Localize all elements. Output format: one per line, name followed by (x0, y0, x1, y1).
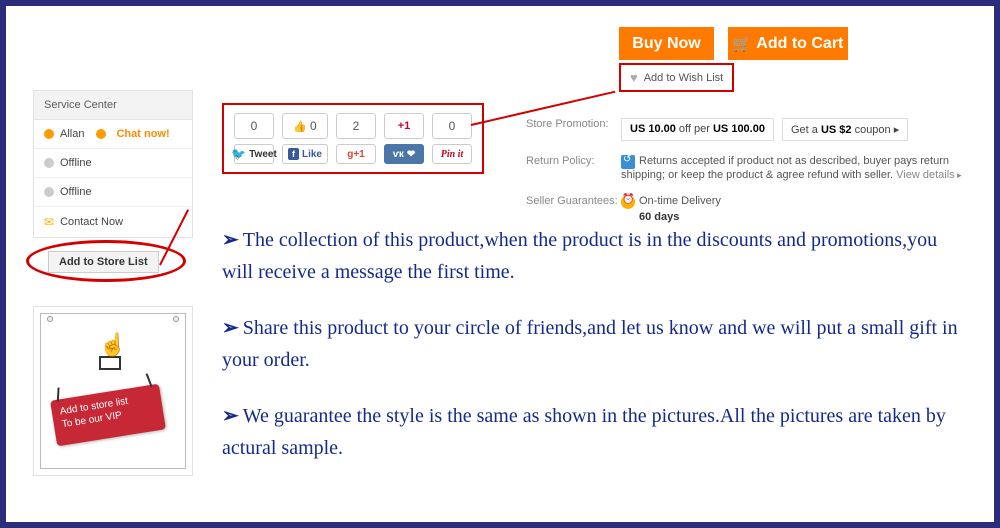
like-count: 👍0 (282, 113, 328, 139)
add-to-cart-button[interactable]: 🛒 Add to Cart (728, 27, 848, 60)
service-offline-row: Offline (34, 149, 192, 178)
tweet-count: 0 (234, 113, 274, 139)
product-info: Store Promotion: US 10.00 off per US 100… (526, 118, 976, 237)
mail-icon: ✉ (44, 215, 54, 229)
buy-now-button[interactable]: Buy Now (619, 27, 714, 60)
seller-guarantees-text: On-time Delivery 60 days (621, 195, 721, 223)
promo-bullets: ➢The collection of this product,when the… (222, 224, 972, 488)
pin-icon (173, 316, 179, 322)
google-plus-button[interactable]: g+1 (336, 144, 376, 164)
return-view-details-link[interactable]: View details (896, 169, 962, 181)
vk-button[interactable]: ⱱк❤ (384, 144, 424, 164)
pinterest-button[interactable]: Pin it (432, 144, 472, 164)
facebook-icon: f (288, 148, 299, 160)
promo-threshold[interactable]: US 10.00 off per US 100.00 (621, 118, 774, 141)
clock-icon (621, 195, 635, 209)
add-to-wishlist-link[interactable]: ♥ Add to Wish List (624, 68, 729, 87)
service-center-header: Service Center (34, 91, 192, 120)
tweet-button[interactable]: 🐦Tweet (234, 144, 274, 164)
service-agent-row: Allan Chat now! (34, 120, 192, 149)
return-icon (621, 155, 635, 169)
plus1-count: +1 (384, 113, 424, 139)
cart-icon: 🛒 (733, 35, 752, 53)
arrow-icon: ➢ (222, 405, 239, 427)
status-dot-offline-icon (44, 187, 54, 197)
service-offline-row: Offline (34, 178, 192, 207)
add-to-cart-label: Add to Cart (756, 35, 843, 53)
bullet-3: ➢We guarantee the style is the same as s… (222, 400, 972, 464)
status-dot-offline-icon (44, 158, 54, 168)
service-center-panel: Service Center Allan Chat now! Offline O… (33, 90, 193, 238)
thumb-up-icon: 👍 (293, 120, 307, 133)
vip-sign: Add to store list To be our VIP (50, 384, 166, 447)
agent-name: Allan (60, 128, 84, 140)
bullet-2: ➢Share this product to your circle of fr… (222, 312, 972, 376)
add-to-store-list-button[interactable]: Add to Store List (48, 251, 159, 273)
heart-icon: ♥ (630, 70, 638, 85)
store-promotion-label: Store Promotion: (526, 118, 621, 141)
seller-guarantees-label: Seller Guarantees: (526, 195, 621, 223)
return-policy-text: Returns accepted if product not as descr… (621, 155, 976, 181)
cursor-click-icon: ☝ (99, 332, 129, 368)
vk-icon: ⱱк (393, 149, 404, 160)
wishlist-label: Add to Wish List (644, 72, 723, 84)
social-share-box: 0 👍0 2 +1 0 🐦Tweet fLike g+1 ⱱк❤ Pin it (222, 103, 484, 174)
status-dot-online-icon (96, 129, 106, 139)
chat-now-link[interactable]: Chat now! (116, 128, 169, 140)
promo-coupon[interactable]: Get a US $2 coupon ▸ (782, 118, 908, 141)
vip-promo-card: ☝ Add to store list To be our VIP (33, 306, 193, 476)
contact-now-label: Contact Now (60, 216, 123, 228)
add-to-store-highlight: Add to Store List (28, 246, 198, 291)
twitter-icon: 🐦 (231, 147, 246, 161)
pin-icon (47, 316, 53, 322)
offline-label: Offline (60, 157, 92, 169)
arrow-icon: ➢ (222, 317, 239, 339)
gplus-count: 2 (336, 113, 376, 139)
bullet-1: ➢The collection of this product,when the… (222, 224, 972, 288)
status-dot-online-icon (44, 129, 54, 139)
arrow-icon: ➢ (222, 229, 239, 251)
wishlist-highlight: ♥ Add to Wish List (619, 63, 734, 92)
pin-count: 0 (432, 113, 472, 139)
offline-label: Offline (60, 186, 92, 198)
fb-like-button[interactable]: fLike (282, 144, 328, 164)
return-policy-label: Return Policy: (526, 155, 621, 181)
contact-now-row[interactable]: ✉ Contact Now (34, 207, 192, 237)
